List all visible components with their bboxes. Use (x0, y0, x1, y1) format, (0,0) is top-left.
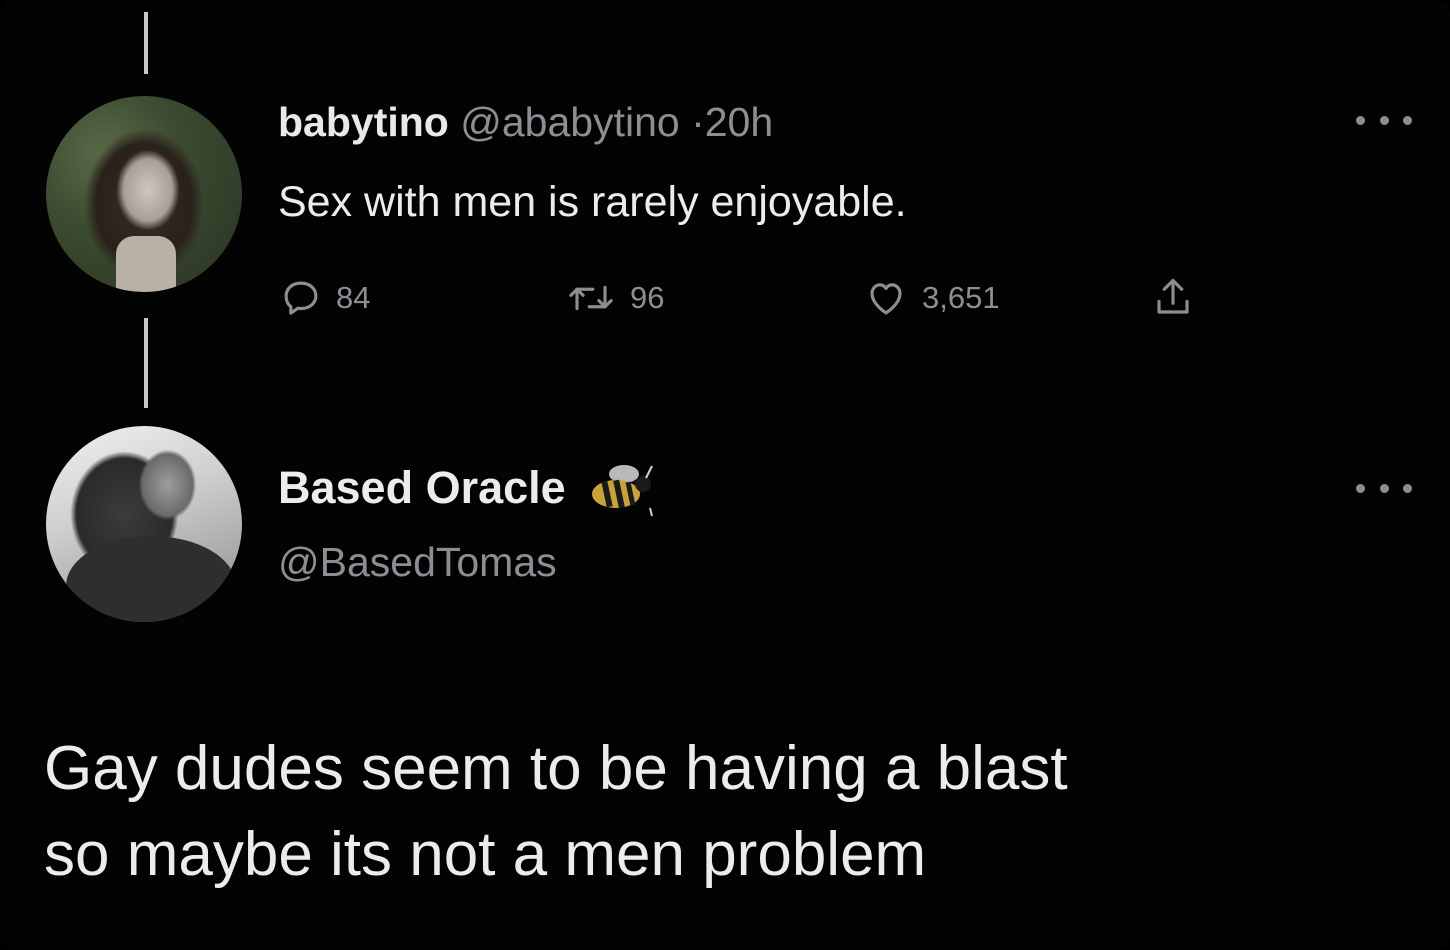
tweet-header: Based Oracle (278, 460, 658, 516)
thread-connector-line (144, 318, 148, 408)
retweet-button[interactable]: 96 (566, 270, 664, 326)
reply-button[interactable]: 84 (280, 270, 370, 326)
tweet-text-line: Gay dudes seem to be having a blast (44, 734, 1068, 803)
avatar[interactable] (46, 426, 242, 622)
share-button[interactable] (1152, 270, 1194, 326)
like-button[interactable]: 3,651 (864, 270, 1000, 326)
share-icon (1157, 278, 1189, 314)
user-handle[interactable]: @BasedTomas (278, 536, 557, 588)
like-count: 3,651 (922, 280, 1000, 315)
more-icon[interactable] (1356, 110, 1412, 130)
avatar[interactable] (46, 96, 242, 292)
separator-dot: · (691, 99, 705, 145)
tweet-header: babytino @ababytino ·20h (278, 96, 773, 148)
display-name[interactable]: Based Oracle (278, 460, 566, 516)
timestamp[interactable]: 20h (705, 99, 773, 145)
more-icon[interactable] (1356, 478, 1412, 498)
bee-icon (591, 465, 653, 516)
user-handle[interactable]: @ababytino (460, 99, 679, 145)
like-icon (870, 283, 902, 315)
tweet-text: Gay dudes seem to be having a blast so m… (44, 726, 1414, 898)
display-name[interactable]: babytino (278, 99, 449, 145)
tweet-text: Sex with men is rarely enjoyable. (278, 178, 907, 226)
tweet-thread-frame: babytino @ababytino ·20h Sex with men is… (0, 0, 1450, 950)
tweet-text-line: so maybe its not a men problem (44, 820, 927, 889)
retweet-count: 96 (630, 280, 665, 315)
retweet-icon (569, 285, 613, 311)
reply-count: 84 (336, 280, 371, 315)
thread-connector-line (144, 12, 148, 74)
reply-icon (284, 281, 318, 315)
